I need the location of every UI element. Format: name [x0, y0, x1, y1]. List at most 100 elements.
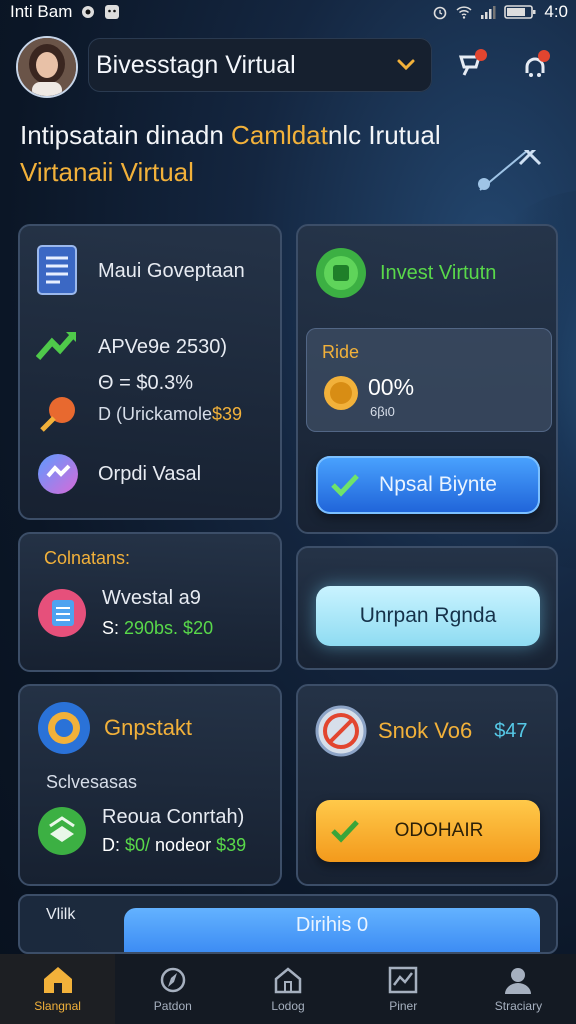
snok-button[interactable]: ODOHAIR [316, 800, 540, 862]
snok-amount: $47 [494, 719, 528, 742]
snok-title-row: Snok Vo6 $47 [314, 704, 528, 758]
hero-headline-part1: Intipsatain dinadn [20, 120, 232, 150]
nav-label-explore: Patdon [153, 999, 192, 1013]
chart-icon [388, 966, 418, 994]
gnpstakt-line-value: $39 [216, 835, 247, 855]
gnpstakt-line-green: $0/ [125, 835, 151, 855]
snok-card[interactable]: Snok Vo6 $47 ODOHAIR [296, 684, 558, 886]
nav-item-chart[interactable]: Piner [346, 954, 461, 1024]
alert-icon [525, 50, 550, 77]
house-icon [274, 967, 302, 994]
bottom-card-button[interactable]: Dirihis 0 [124, 908, 540, 952]
portfolio-stat1-row: APVe9e 2530) [36, 328, 227, 366]
nav-label-user: Straciary [494, 999, 543, 1013]
gnpstakt-item-row: Reoua Conrtah) D: $0/ nodeor $39 [36, 804, 246, 858]
alarm-icon [434, 6, 447, 20]
clock: 4:0 [544, 2, 568, 21]
contacts-card[interactable]: Colnatans: Wvestal a9 S: 290bs. $20 [18, 532, 282, 672]
avatar[interactable] [16, 36, 78, 98]
status-right: 4:0 [432, 2, 568, 22]
hero-headline-accent: Camldat [231, 120, 328, 150]
alert-button[interactable] [516, 44, 556, 84]
check-icon [331, 474, 359, 497]
portfolio-stat3-value: $39 [212, 403, 243, 424]
portfolio-title-row: Maui Goveptaan [36, 244, 245, 298]
invest-panel: Ride 00% 6βι0 [306, 328, 552, 432]
chevron-down-icon [397, 59, 415, 71]
contacts-item-text: Wvestal a9 S: 290bs. $20 [102, 587, 213, 639]
coin-icon [324, 376, 358, 410]
nav-item-user[interactable]: Straciary [461, 954, 576, 1024]
gnpstakt-item-text: Reoua Conrtah) D: $0/ nodeor $39 [102, 806, 246, 856]
invest-card[interactable]: Invest Virtutn Ride 00% 6βι0 Npsal Biynt… [296, 224, 558, 534]
invest-action-button[interactable]: Npsal Biynte [316, 456, 540, 514]
unpan-button-label: Unrpan Rgnda [359, 604, 497, 627]
nav-label-house: Lodog [271, 999, 305, 1013]
invest-percent: 00% [368, 374, 415, 400]
compass-icon [160, 967, 186, 993]
bottom-card-label: Vlilk [46, 906, 76, 923]
portfolio-title: Maui Goveptaan [98, 259, 245, 282]
hero-headline-part2: nlc Irutual [327, 120, 441, 150]
bottom-nav: Slangnal Patdon Lodog Piner Straciary [0, 954, 576, 1024]
app-icon [105, 5, 120, 19]
hero-headline: Intipsatain dinadn Camldatnlc Irutual [20, 120, 540, 151]
hero-subheadline: Virtanaii Virtual [20, 157, 194, 187]
portfolio-stat4-row: Orpdi Vasal [36, 452, 201, 496]
account-label: Bivesstagn Virtual [96, 50, 296, 79]
snok-button-label: ODOHAIR [394, 820, 484, 841]
gnpstakt-line-prefix: D: [102, 835, 126, 855]
nav-label-chart: Piner [389, 999, 418, 1013]
settings-icon [82, 6, 95, 18]
status-left: Inti Bam [10, 2, 120, 22]
nav-item-house[interactable]: Lodog [230, 954, 345, 1024]
invest-sublabel: 6βι0 [370, 404, 395, 419]
hero: Intipsatain dinadn Camldatnlc Irutual Vi… [20, 120, 540, 188]
gnpstakt-section: Sclvesasas [46, 772, 138, 792]
bottom-card-button-label: Dirihis 0 [295, 914, 369, 936]
contacts-line-prefix: S: [102, 618, 125, 638]
contacts-section-label: Colnatans: [44, 548, 131, 568]
check-icon [331, 820, 359, 843]
carrier-label: Inti Bam [10, 2, 73, 21]
unpan-card[interactable]: Unrpan Rgnda [296, 546, 558, 670]
invest-icon [316, 248, 366, 298]
invest-panel-label: Ride [322, 342, 360, 362]
gnpstakt-title: Gnpstakt [104, 715, 193, 740]
invest-action-label: Npsal Biynte [379, 473, 497, 496]
invest-title: Invest Virtutn [380, 261, 497, 284]
gnpstakt-card[interactable]: Gnpstakt Sclvesasas Reoua Conrtah) D: $0… [18, 684, 282, 886]
blocked-icon [315, 705, 367, 757]
contacts-item-title: Wvestal a9 [102, 587, 201, 609]
nav-item-explore[interactable]: Patdon [115, 954, 230, 1024]
gnpstakt-item-line: D: $0/ nodeor $39 [102, 835, 246, 856]
invest-title-row: Invest Virtutn [314, 246, 496, 300]
home-icon [43, 967, 72, 993]
battery-icon [504, 5, 536, 19]
portfolio-stat2: Θ = $0.3% [98, 372, 194, 394]
rocket-icon [40, 397, 75, 432]
portfolio-stat4: Orpdi Vasal [98, 462, 202, 485]
portfolio-stat2-row: Θ = $0.3% [36, 372, 193, 395]
unpan-button[interactable]: Unrpan Rgnda [316, 586, 540, 646]
contacts-line-value: 290bs. $20 [124, 618, 214, 638]
nav-item-home[interactable]: Slangnal [0, 954, 116, 1024]
contacts-item-line: S: 290bs. $20 [102, 618, 213, 639]
notification-button[interactable] [452, 44, 492, 84]
portfolio-stat1: APVe9e 2530) [98, 335, 227, 358]
notification-icon [458, 49, 487, 76]
portfolio-card[interactable]: Maui Goveptaan APVe9e 2530) Θ = $0.3% D … [18, 224, 282, 520]
wifi-icon [456, 6, 472, 19]
portfolio-stat3-row: D (Urickamole $39 [36, 394, 242, 434]
growth-arrow-icon [36, 332, 77, 360]
status-bar: Inti Bam 4:0 [0, 0, 576, 24]
signal-icon [481, 6, 496, 19]
bottom-card[interactable]: Vlilk Dirihis 0 [18, 894, 558, 954]
nav-label-home: Slangnal [34, 999, 81, 1013]
gnpstakt-line-mid: nodeor [150, 835, 217, 855]
stack-icon [38, 807, 86, 855]
check-circle-icon [38, 454, 78, 494]
calculator-icon [38, 589, 86, 637]
gnpstakt-title-row: Gnpstakt [36, 700, 192, 756]
account-selector[interactable]: Bivesstagn Virtual [88, 38, 432, 92]
